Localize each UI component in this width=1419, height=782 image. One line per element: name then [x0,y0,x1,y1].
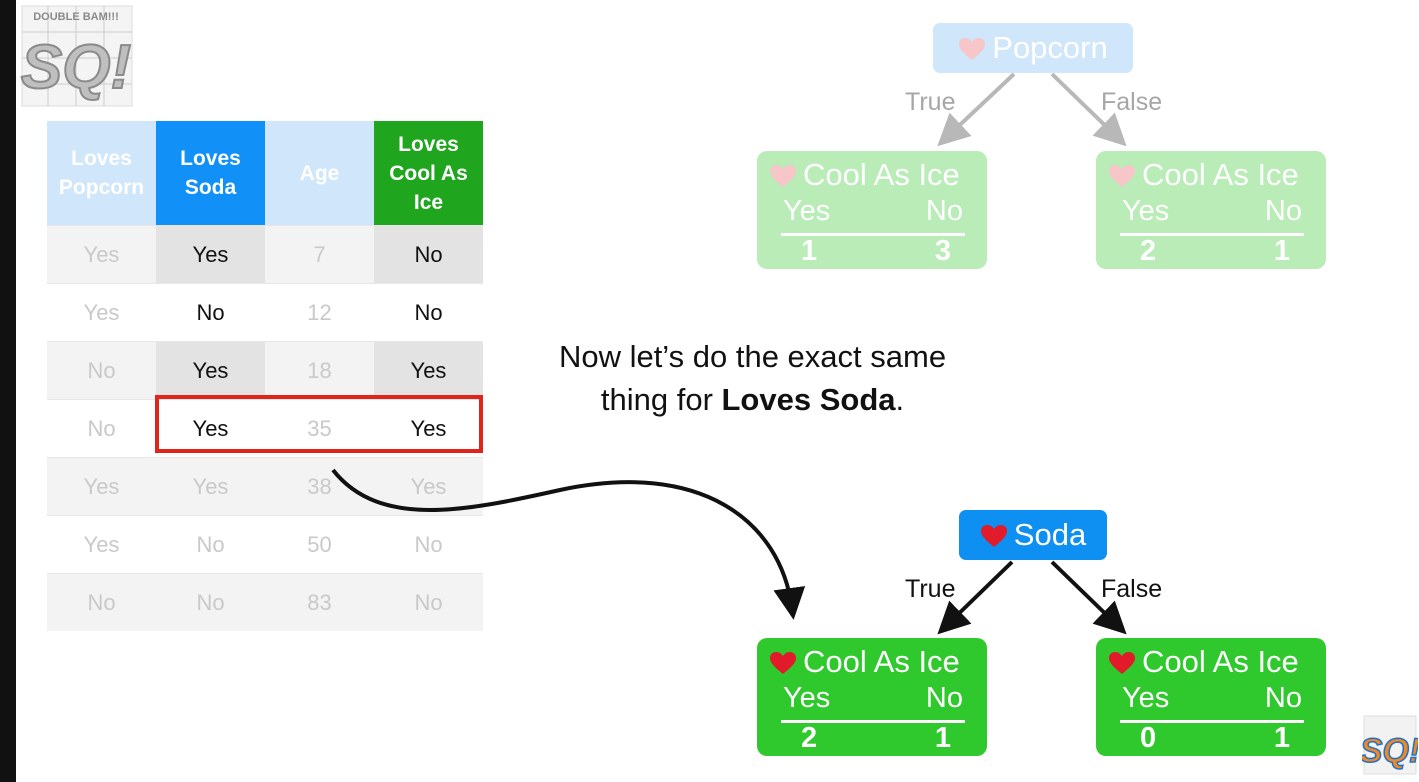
leaf-yes-label: Yes [783,682,831,714]
leaf-title: Cool As Ice [1108,157,1299,196]
popcorn-true-label: True [905,88,956,116]
leaf-no-count: 1 [934,722,951,754]
leaf-yes-label: Yes [783,195,831,227]
soda-root-node: Soda [959,510,1107,560]
leaf-title: Cool As Ice [769,157,960,196]
leaf-no-label: No [1264,195,1302,227]
curved-arrow [331,468,806,620]
leaf-no-count: 3 [934,235,951,267]
leaf-no-label: No [1264,682,1302,714]
leaf-yes-label: Yes [1122,195,1170,227]
leaf-no-count: 1 [1273,722,1290,754]
leaf-yes-count: 1 [801,235,818,267]
leaf-title: Cool As Ice [769,644,960,683]
heart-icon [769,647,797,683]
heart-icon [769,160,797,196]
heart-icon [1108,160,1136,196]
soda-true-label: True [905,575,956,603]
soda-true-branch [937,560,1014,635]
leaf-yes-label: Yes [1122,682,1170,714]
leaf-no-label: No [925,195,963,227]
popcorn-root-label: Popcorn [992,30,1108,65]
popcorn-true-leaf: Cool As Ice Yes No 1 3 [757,151,987,269]
popcorn-root-node: Popcorn [933,23,1133,73]
soda-false-label: False [1101,575,1163,603]
leaf-title: Cool As Ice [1108,644,1299,683]
statquest-logo-small: SQ! [1362,714,1418,776]
soda-root-label: Soda [1013,517,1087,552]
soda-true-leaf: Cool As Ice Yes No 2 1 [757,638,987,756]
leaf-yes-count: 2 [801,722,818,754]
popcorn-false-label: False [1101,88,1163,116]
leaf-yes-count: 2 [1140,235,1157,267]
popcorn-false-leaf: Cool As Ice Yes No 2 1 [1096,151,1326,269]
heart-icon [1108,647,1136,683]
leaf-yes-count: 0 [1140,722,1157,754]
soda-false-leaf: Cool As Ice Yes No 0 1 [1096,638,1326,756]
leaf-no-count: 1 [1273,235,1290,267]
heart-icon [958,26,986,76]
heart-icon [980,513,1008,563]
svg-text:SQ!: SQ! [1362,732,1418,770]
leaf-no-label: No [925,682,963,714]
popcorn-true-branch [937,72,1016,147]
